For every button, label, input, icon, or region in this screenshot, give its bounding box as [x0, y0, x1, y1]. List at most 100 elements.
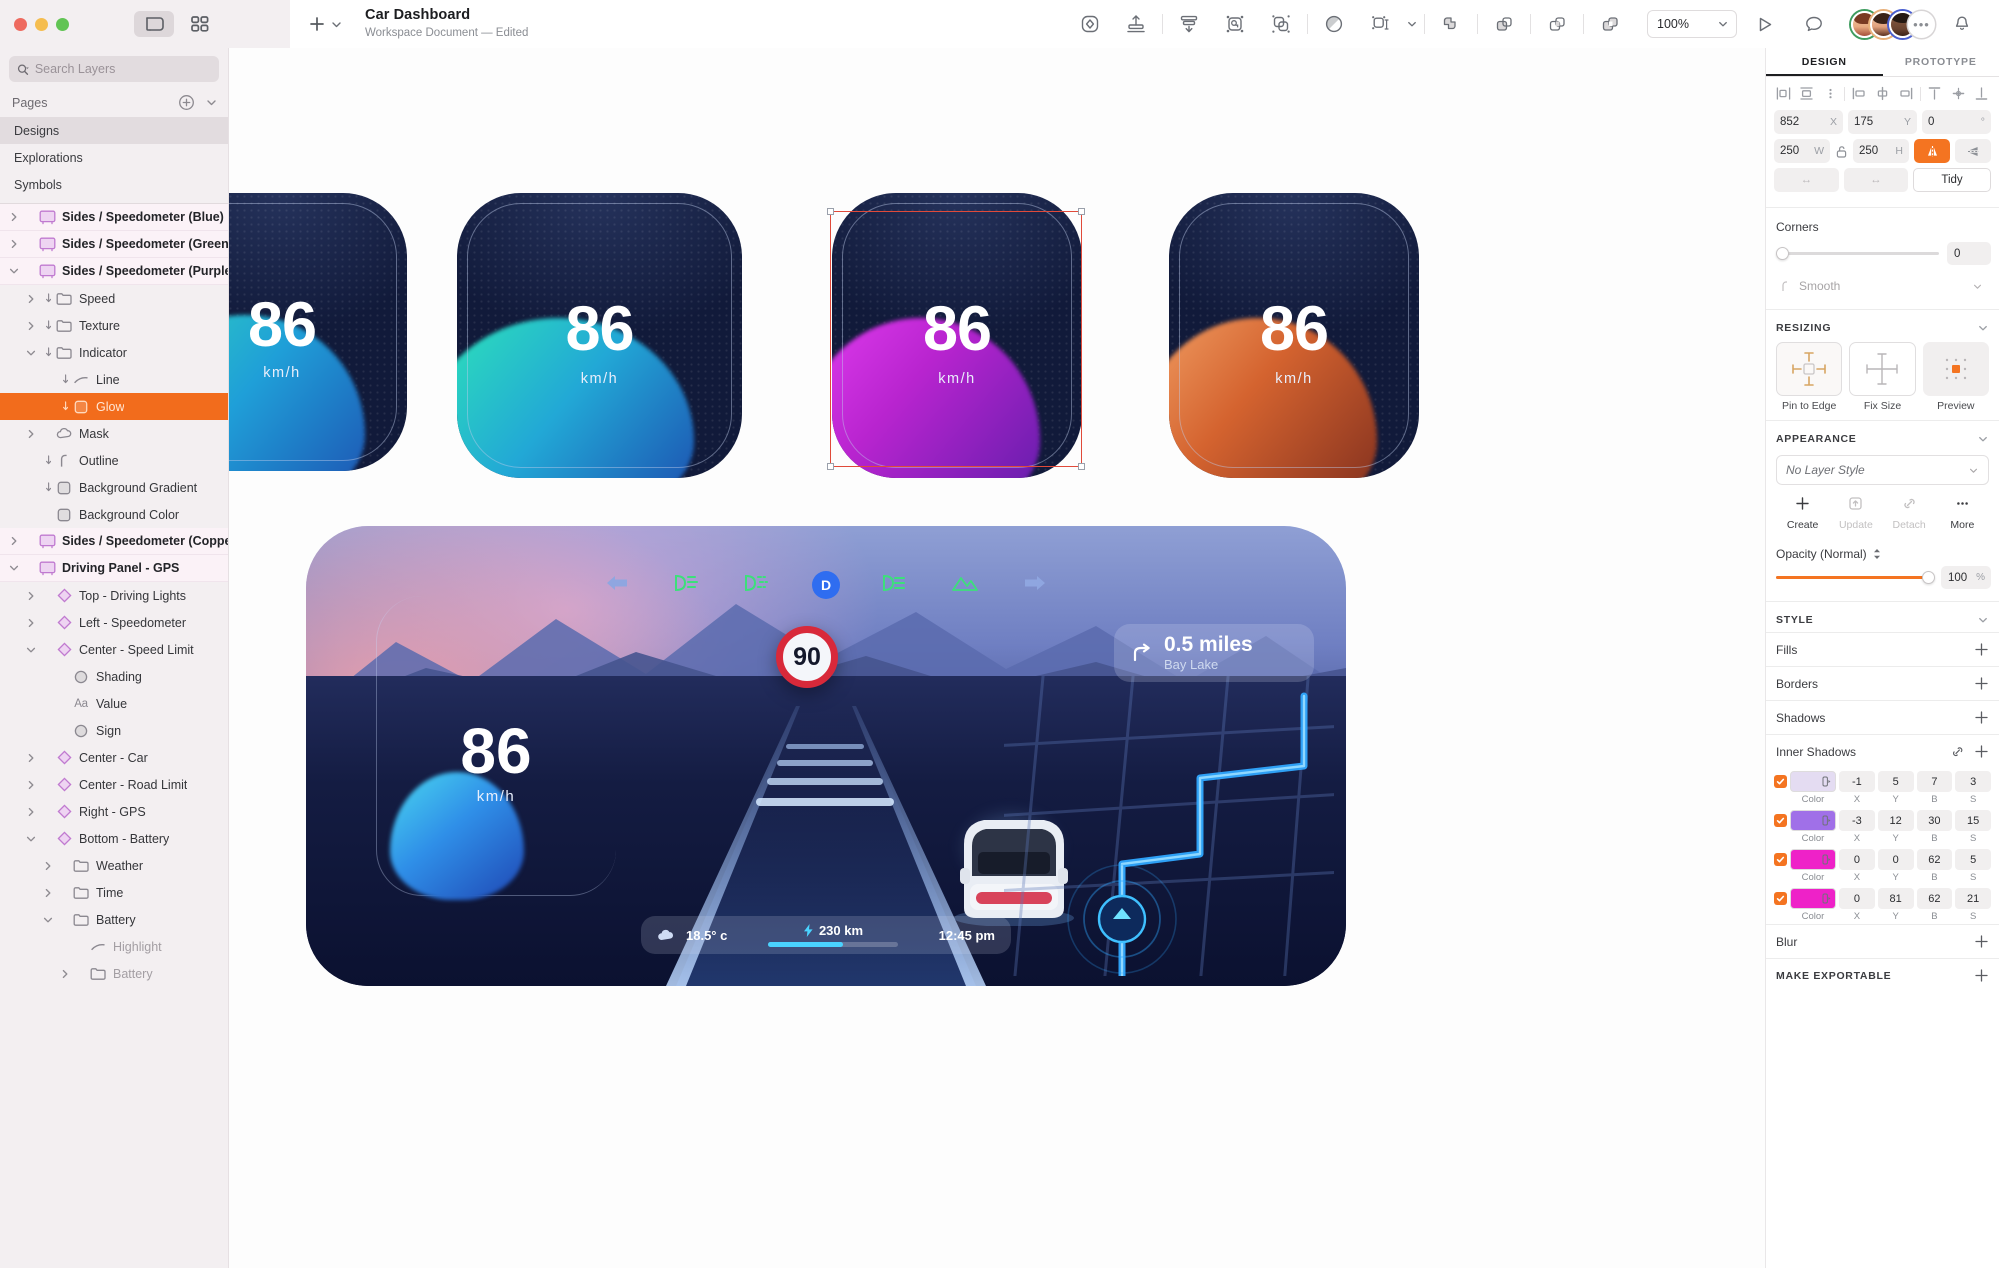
layer-row-time[interactable]: Time — [0, 879, 228, 906]
distribute-center-icon[interactable] — [1873, 84, 1892, 103]
color-swatch[interactable] — [1790, 771, 1836, 792]
disclosure-collapsed-icon[interactable] — [23, 294, 39, 304]
layer-row-right-gps[interactable]: Right - GPS — [0, 798, 228, 825]
vertical-spacing-field[interactable]: ↔ — [1843, 168, 1908, 192]
inner-shadow-blur-value[interactable]: 30 — [1916, 810, 1953, 831]
layer-row-top-driving-lights[interactable]: Top - Driving Lights — [0, 582, 228, 609]
layer-row-texture[interactable]: Texture — [0, 312, 228, 339]
fix-size-option[interactable]: Fix Size — [1849, 342, 1916, 412]
align-left-icon[interactable] — [1774, 84, 1793, 103]
layer-row-shading[interactable]: Shading — [0, 663, 228, 690]
inner-shadow-y-value[interactable]: 5 — [1877, 771, 1914, 792]
align-center-horizontal-icon[interactable] — [1797, 84, 1816, 103]
scale-dropdown-chevron-icon[interactable] — [1403, 7, 1421, 41]
layer-style-select[interactable]: No Layer Style — [1776, 455, 1989, 485]
height-field[interactable]: 250 H — [1853, 139, 1909, 163]
disclosure-collapsed-icon[interactable] — [40, 861, 56, 871]
disclosure-collapsed-icon[interactable] — [6, 212, 22, 222]
layer-row-sides-speedometer-green[interactable]: Sides / Speedometer (Green) — [0, 231, 228, 258]
disclosure-expanded-icon[interactable] — [23, 834, 39, 844]
disclosure-collapsed-icon[interactable] — [23, 780, 39, 790]
inner-shadow-enabled-checkbox[interactable] — [1774, 853, 1787, 866]
turn-signal-right-icon[interactable] — [1020, 572, 1050, 599]
eyedropper-icon[interactable] — [1820, 813, 1833, 828]
disclosure-collapsed-icon[interactable] — [23, 591, 39, 601]
distribute-left-icon[interactable] — [1850, 84, 1869, 103]
inner-shadow-enabled-checkbox[interactable] — [1774, 892, 1787, 905]
scale-icon[interactable] — [1357, 7, 1403, 41]
mountain-road-icon[interactable] — [950, 573, 980, 598]
pin-to-edge-option[interactable]: Pin to Edge — [1776, 342, 1843, 412]
disclosure-collapsed-icon[interactable] — [57, 969, 73, 979]
layer-row-battery[interactable]: Battery — [0, 960, 228, 987]
search-field[interactable] — [9, 56, 219, 82]
layer-row-center-road-limit[interactable]: Center - Road Limit — [0, 771, 228, 798]
disclosure-collapsed-icon[interactable] — [23, 618, 39, 628]
boolean-intersect-icon[interactable] — [1534, 7, 1580, 41]
horizontal-spacing-field[interactable]: ↔ — [1774, 168, 1839, 192]
status-bar[interactable]: 18.5° c 230 km 12:45 pm — [641, 916, 1011, 954]
flip-vertical-icon[interactable] — [1955, 139, 1991, 163]
window-controls[interactable] — [14, 17, 69, 31]
width-field[interactable]: 250 W — [1774, 139, 1830, 163]
appearance-section-header[interactable]: APPEARANCE — [1766, 425, 1999, 451]
unlock-icon[interactable] — [1835, 145, 1848, 158]
group-icon[interactable] — [1212, 7, 1258, 41]
layer-row-left-speedometer[interactable]: Left - Speedometer — [0, 609, 228, 636]
layer-row-bottom-battery[interactable]: Bottom - Battery — [0, 825, 228, 852]
eyedropper-icon[interactable] — [1820, 774, 1833, 789]
inner-shadow-x-value[interactable]: -1 — [1839, 771, 1875, 792]
artboard-driving-panel-gps[interactable]: D 90 86 km/h 0.5 miles Bay Lake 18.5° c … — [306, 526, 1346, 986]
inner-shadow-spread-value[interactable]: 15 — [1955, 810, 1991, 831]
distribute-icon[interactable] — [1166, 7, 1212, 41]
layer-row-center-car[interactable]: Center - Car — [0, 744, 228, 771]
inner-shadow-blur-value[interactable]: 62 — [1916, 888, 1953, 909]
create-style-button[interactable]: Create — [1776, 495, 1829, 531]
inner-shadow-enabled-checkbox[interactable] — [1774, 775, 1787, 788]
disclosure-collapsed-icon[interactable] — [23, 321, 39, 331]
more-style-button[interactable]: More — [1936, 495, 1989, 531]
grid-view-icon[interactable] — [180, 11, 220, 37]
ungroup-icon[interactable] — [1258, 7, 1304, 41]
plus-icon[interactable] — [1974, 744, 1989, 759]
y-field[interactable]: 175 Y — [1848, 110, 1917, 134]
inner-shadow-blur-value[interactable]: 7 — [1916, 771, 1953, 792]
component-icon[interactable] — [1067, 7, 1113, 41]
layer-row-battery[interactable]: Battery — [0, 906, 228, 933]
boolean-difference-icon[interactable] — [1587, 7, 1633, 41]
layer-row-background-color[interactable]: Background Color — [0, 501, 228, 528]
artboard-speedometer-copper[interactable]: 86 km/h — [1169, 193, 1419, 478]
insert-group[interactable] — [308, 15, 343, 33]
boolean-union-icon[interactable] — [1428, 7, 1474, 41]
tidy-button[interactable]: Tidy — [1913, 168, 1991, 192]
align-middle-icon[interactable] — [1949, 84, 1968, 103]
page-item-designs[interactable]: Designs — [0, 117, 228, 144]
resize-preview[interactable]: Preview — [1922, 342, 1989, 412]
eyedropper-icon[interactable] — [1820, 852, 1833, 867]
disclosure-collapsed-icon[interactable] — [23, 753, 39, 763]
more-collaborators-button[interactable]: ••• — [1908, 10, 1935, 38]
canvas-view-icon[interactable] — [134, 11, 174, 37]
align-more-icon[interactable] — [1821, 84, 1840, 103]
opacity-slider[interactable] — [1776, 571, 1935, 584]
disclosure-collapsed-icon[interactable] — [40, 888, 56, 898]
align-vertical-icon[interactable] — [1113, 7, 1159, 41]
page-item-explorations[interactable]: Explorations — [0, 144, 228, 171]
layer-row-sign[interactable]: Sign — [0, 717, 228, 744]
disclosure-expanded-icon[interactable] — [23, 348, 39, 358]
inner-shadow-spread-value[interactable]: 21 — [1955, 888, 1991, 909]
layer-row-glow[interactable]: Glow — [0, 393, 228, 420]
inner-shadow-spread-value[interactable]: 3 — [1955, 771, 1991, 792]
layer-row-sides-speedometer-blue[interactable]: Sides / Speedometer (Blue) — [0, 204, 228, 231]
layer-row-value[interactable]: Aa Value — [0, 690, 228, 717]
layer-row-line[interactable]: Line — [0, 366, 228, 393]
layer-row-weather[interactable]: Weather — [0, 852, 228, 879]
blend-mode-stepper-icon[interactable] — [1872, 547, 1882, 561]
tab-prototype[interactable]: PROTOTYPE — [1883, 48, 1999, 76]
fog-light-icon[interactable] — [742, 573, 772, 598]
maximize-button[interactable] — [56, 17, 69, 31]
speed-limit-sign[interactable]: 90 — [776, 626, 838, 688]
close-button[interactable] — [14, 17, 27, 31]
opacity-value[interactable]: 100 % — [1941, 566, 1991, 589]
bell-icon[interactable] — [1939, 7, 1985, 41]
